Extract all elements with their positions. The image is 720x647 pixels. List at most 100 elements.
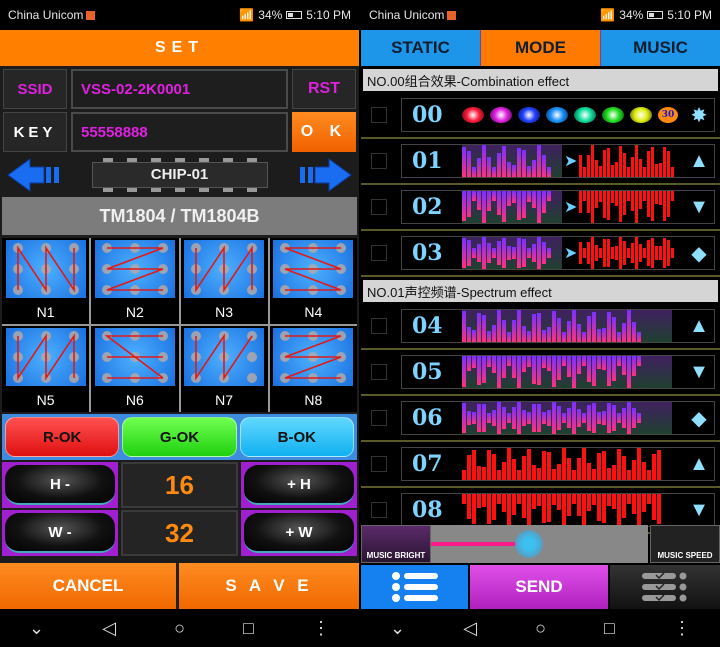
- spectrum-bar: [577, 356, 581, 374]
- mode-number: 02: [412, 194, 443, 220]
- spectrum-bar: [517, 402, 521, 434]
- mode-number: 05: [412, 359, 443, 385]
- spectrum-bar: [477, 356, 481, 385]
- width-increase-button[interactable]: + W: [244, 513, 354, 553]
- height-increase-button[interactable]: + H: [244, 465, 354, 505]
- wiring-pattern-n6[interactable]: N6: [91, 326, 179, 412]
- spectrum-bar: [482, 356, 486, 384]
- mode-row[interactable]: 04 ▲: [361, 304, 720, 350]
- nav-recent-icon[interactable]: □: [604, 618, 615, 639]
- nav-down-icon[interactable]: ⌄: [390, 618, 405, 639]
- mode-checkbox[interactable]: [371, 199, 387, 215]
- mode-checkbox[interactable]: [371, 153, 387, 169]
- mode-row[interactable]: 01 ➤ ▲: [361, 139, 720, 185]
- spectrum-bar: [603, 191, 607, 219]
- spectrum-bar: [537, 145, 541, 177]
- rst-button[interactable]: RST: [292, 69, 356, 109]
- spectrum-bar: [467, 191, 471, 217]
- mode-checkbox[interactable]: [371, 107, 387, 123]
- width-decrease-button[interactable]: W -: [5, 513, 115, 553]
- spectrum-bar: [467, 327, 471, 342]
- slider-thumb[interactable]: [514, 530, 543, 558]
- spectrum-bar: [532, 404, 536, 432]
- nav-menu-icon[interactable]: ⋮: [312, 618, 330, 639]
- spectrum-bar: [617, 331, 621, 342]
- music-slider[interactable]: [431, 525, 648, 563]
- spectrum-bar: [607, 238, 611, 268]
- r-ok-button[interactable]: R-OK: [5, 417, 120, 457]
- wiring-pattern-n3[interactable]: N3: [180, 238, 268, 324]
- mode-checkbox[interactable]: [371, 364, 387, 380]
- spectrum-bar: [487, 450, 491, 480]
- mode-row[interactable]: 00 30 ✸: [361, 93, 720, 139]
- spectrum-bar: [643, 191, 647, 202]
- spectrum-bar: [651, 238, 655, 268]
- spectrum-bar: [462, 402, 466, 434]
- wiring-pattern-n1[interactable]: N1: [2, 238, 90, 324]
- spectrum-bar: [537, 237, 541, 269]
- key-field[interactable]: 55558888: [71, 112, 288, 152]
- ok-button[interactable]: O K: [292, 112, 356, 152]
- spectrum-bar: [497, 240, 501, 266]
- spectrum-bar: [651, 191, 655, 221]
- wiring-pattern-n8[interactable]: N8: [269, 326, 357, 412]
- music-speed-button[interactable]: MUSIC SPEED: [650, 525, 720, 563]
- nav-recent-icon[interactable]: □: [243, 618, 254, 639]
- spectrum-bar: [482, 404, 486, 432]
- mode-checkbox[interactable]: [371, 502, 387, 518]
- list-button[interactable]: [361, 565, 468, 609]
- ssid-field[interactable]: VSS-02-2K0001: [71, 69, 288, 109]
- spectrum-bar: [663, 191, 667, 222]
- mode-checkbox[interactable]: [371, 245, 387, 261]
- spectrum-bar: [637, 356, 641, 366]
- width-row: W - 32 + W: [2, 510, 357, 556]
- height-decrease-button[interactable]: H -: [5, 465, 115, 505]
- mode-checkbox[interactable]: [371, 318, 387, 334]
- nav-down-icon[interactable]: ⌄: [29, 618, 44, 639]
- wiring-pattern-n2[interactable]: N2: [91, 238, 179, 324]
- section-header-spectrum: NO.01声控频谱-Spectrum effect: [363, 280, 718, 302]
- send-button[interactable]: SEND: [470, 565, 608, 609]
- nav-home-icon[interactable]: ○: [535, 618, 546, 639]
- spectrum-bar: [579, 191, 583, 214]
- arrow-right-icon[interactable]: [295, 157, 353, 193]
- wiring-pattern-n5[interactable]: N5: [2, 326, 90, 412]
- save-button[interactable]: S A V E: [179, 563, 359, 609]
- mode-checkbox[interactable]: [371, 410, 387, 426]
- wiring-pattern-n4[interactable]: N4: [269, 238, 357, 324]
- page-title: SET: [0, 30, 359, 66]
- tab-music[interactable]: MUSIC: [601, 30, 720, 66]
- mode-row[interactable]: 07 ▲: [361, 442, 720, 488]
- nav-menu-icon[interactable]: ⋮: [673, 618, 691, 639]
- cancel-button[interactable]: CANCEL: [0, 563, 176, 609]
- nav-home-icon[interactable]: ○: [174, 618, 185, 639]
- music-bright-button[interactable]: MUSIC BRIGHT: [361, 525, 431, 563]
- mode-row[interactable]: 03 ➤ ◆: [361, 231, 720, 277]
- spectrum-bar: [472, 329, 476, 342]
- nav-back-icon[interactable]: ◁: [102, 618, 116, 639]
- wiring-pattern-n7[interactable]: N7: [180, 326, 268, 412]
- mode-row[interactable]: 05 ▼: [361, 350, 720, 396]
- mode-checkbox[interactable]: [371, 456, 387, 472]
- mode-row[interactable]: 06 ◆: [361, 396, 720, 442]
- mode-row[interactable]: 02 ➤ ▼: [361, 185, 720, 231]
- transform-arrow-icon: ➤: [564, 245, 578, 262]
- b-ok-button[interactable]: B-OK: [239, 417, 354, 457]
- spectrum-bar: [599, 247, 603, 259]
- arrow-left-icon[interactable]: [6, 157, 64, 193]
- nav-back-icon[interactable]: ◁: [463, 618, 477, 639]
- system-nav-bar: ⌄ ◁ ○ □ ⋮: [361, 609, 720, 647]
- spectrum-bar: [592, 494, 596, 505]
- spectrum-bar: [567, 457, 571, 480]
- spectrum-bar: [612, 405, 616, 431]
- pattern-label: N2: [125, 304, 144, 320]
- spectrum-bar: [522, 239, 526, 267]
- spectrum-bar: [542, 356, 546, 368]
- tab-static[interactable]: STATIC: [361, 30, 480, 66]
- checklist-button[interactable]: [610, 565, 720, 609]
- tab-mode[interactable]: MODE: [481, 30, 600, 66]
- spectrum-bar: [572, 494, 576, 504]
- spectrum-bar: [577, 457, 581, 480]
- clock: 5:10 PM: [667, 8, 712, 22]
- g-ok-button[interactable]: G-OK: [122, 417, 237, 457]
